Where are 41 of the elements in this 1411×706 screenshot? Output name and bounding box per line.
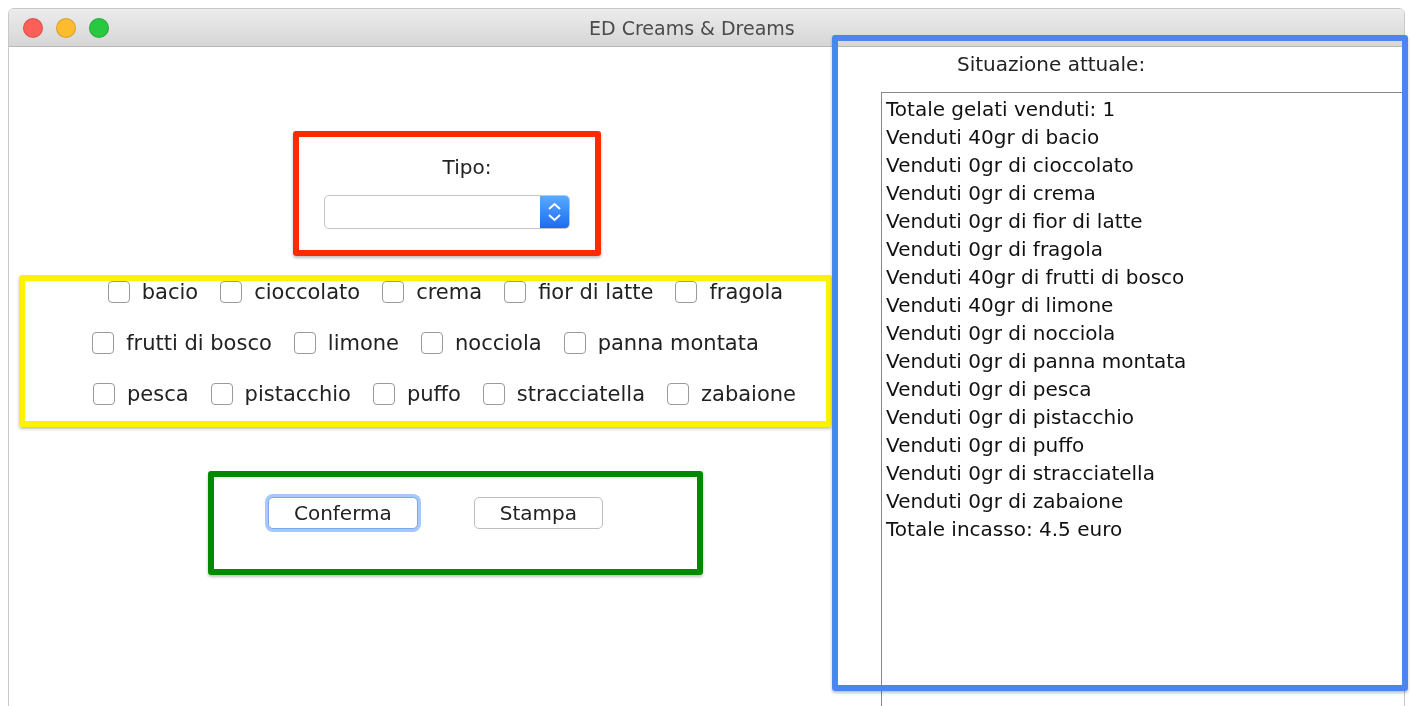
flavor-checkbox[interactable]: crema (382, 277, 483, 307)
status-line: Venduti 40gr di limone (886, 292, 1115, 319)
flavor-checkbox[interactable]: fragola (675, 277, 784, 307)
status-line: Venduti 0gr di nocciola (886, 320, 1117, 347)
flavor-checkbox[interactable]: stracciatella (482, 379, 645, 409)
flavor-checkbox[interactable]: pistacchio (210, 379, 351, 409)
status-line: Venduti 40gr di bacio (886, 124, 1101, 151)
close-icon[interactable] (23, 17, 43, 38)
status-line: Venduti 0gr di zabaione (886, 488, 1125, 515)
flavor-checkbox[interactable]: cioccolato (220, 277, 361, 307)
status-line: Venduti 0gr di puffo (886, 432, 1086, 459)
status-line: Venduti 0gr di panna montata (886, 348, 1188, 375)
flavor-checkbox[interactable]: fior di latte (504, 277, 654, 307)
flavor-checkbox[interactable]: puffo (372, 379, 461, 409)
flavor-checkbox[interactable]: zabaione (667, 379, 797, 409)
confirm-button[interactable]: Conferma (267, 497, 418, 529)
type-dropdown[interactable] (324, 195, 570, 229)
chevrons-icon (540, 196, 569, 228)
flavor-checkbox[interactable]: limone (293, 328, 399, 358)
status-line: Venduti 0gr di pesca (886, 376, 1093, 403)
flavor-checkbox[interactable]: panna montata (563, 328, 759, 358)
flavor-checkbox[interactable]: pesca (92, 379, 189, 409)
minimize-icon[interactable] (56, 17, 76, 38)
status-line: Venduti 0gr di fragola (886, 236, 1105, 263)
status-line: Venduti 0gr di cioccolato (886, 152, 1135, 179)
status-line: Totale gelati venduti: 1 (886, 96, 1117, 123)
status-title: Situazione attuale: (957, 52, 1147, 78)
window-title: ED Creams & Dreams (589, 16, 795, 39)
status-text-area[interactable] (881, 92, 1404, 706)
status-line: Venduti 0gr di fior di latte (886, 208, 1144, 235)
status-line: Venduti 0gr di stracciatella (886, 460, 1156, 487)
flavor-checkbox[interactable]: frutti di bosco (92, 328, 272, 358)
flavor-checkbox[interactable]: nocciola (421, 328, 542, 358)
status-line: Venduti 0gr di pistacchio (886, 404, 1136, 431)
type-label: Tipo: (441, 155, 492, 179)
status-line: Venduti 40gr di frutti di bosco (886, 264, 1186, 291)
status-line: Totale incasso: 4.5 euro (886, 516, 1124, 543)
flavor-checkbox[interactable]: bacio (107, 277, 199, 307)
maximize-icon[interactable] (89, 17, 109, 38)
status-line: Venduti 0gr di crema (886, 180, 1097, 207)
print-button[interactable]: Stampa (473, 497, 604, 529)
